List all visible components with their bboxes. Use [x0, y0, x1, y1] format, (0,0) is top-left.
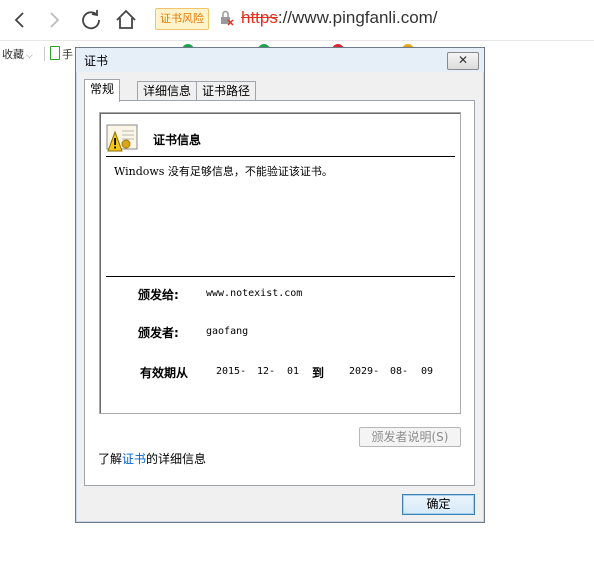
- dialog-titlebar[interactable]: 证书 ✕: [76, 48, 484, 72]
- close-button[interactable]: ✕: [447, 52, 479, 70]
- valid-from-month: 12-: [257, 366, 276, 377]
- general-tab-panel: 证书信息 Windows 没有足够信息，不能验证该证书。 颁发给: www.no…: [84, 100, 475, 486]
- favorites-menu[interactable]: 收藏 ⌵: [2, 46, 33, 62]
- home-button[interactable]: [112, 6, 140, 34]
- back-button[interactable]: [6, 6, 34, 34]
- phone-icon[interactable]: [50, 46, 60, 60]
- broken-lock-icon[interactable]: [220, 10, 234, 26]
- valid-to-year: 2029-: [349, 366, 380, 377]
- home-icon: [116, 9, 136, 29]
- forward-arrow-icon: [50, 12, 60, 28]
- issuer-statement-button[interactable]: 颁发者说明(S): [359, 427, 461, 447]
- browser-toolbar: 证书风险 https://www.pingfanli.com/: [0, 0, 594, 40]
- learn-more-line: 了解证书的详细信息: [98, 450, 206, 467]
- dialog-title: 证书: [84, 54, 109, 68]
- url-protocol: https: [241, 8, 278, 27]
- forward-button[interactable]: [40, 6, 68, 34]
- valid-to-label: 到: [312, 366, 325, 380]
- bookmark-item[interactable]: 手: [62, 46, 73, 62]
- tab-general[interactable]: 常规: [84, 79, 121, 102]
- url-host: ://www.pingfanli.com/: [277, 8, 438, 27]
- certificate-risk-badge[interactable]: 证书风险: [155, 8, 209, 30]
- valid-from-year: 2015-: [216, 366, 247, 377]
- certificate-learn-link[interactable]: 证书: [122, 452, 146, 466]
- certificate-warning-icon: [106, 124, 138, 152]
- title-divider: [106, 156, 455, 157]
- ok-button[interactable]: 确定: [402, 494, 475, 515]
- certificate-dialog: 证书 ✕ 常规 详细信息 证书路径 证书信息 Windows 没有足够信息，不能…: [75, 47, 485, 523]
- bookmarks-divider: [44, 47, 45, 61]
- reload-icon: [82, 10, 100, 30]
- valid-to-month: 08-: [390, 366, 409, 377]
- verification-warning: Windows 没有足够信息，不能验证该证书。: [114, 165, 333, 178]
- learn-suffix: 的详细信息: [146, 452, 207, 466]
- issued-to-label: 颁发给:: [138, 288, 179, 302]
- tab-certification-path[interactable]: 证书路径: [196, 81, 257, 101]
- back-arrow-icon: [14, 12, 24, 28]
- valid-from-label: 有效期从: [140, 366, 189, 380]
- valid-from-day: 01: [287, 366, 300, 377]
- details-divider: [106, 276, 455, 277]
- learn-prefix: 了解: [98, 452, 123, 466]
- valid-to-day: 09: [421, 366, 434, 377]
- issued-by-value: gaofang: [206, 326, 249, 337]
- address-bar[interactable]: https://www.pingfanli.com/: [241, 7, 438, 29]
- certificate-info-box: 证书信息 Windows 没有足够信息，不能验证该证书。 颁发给: www.no…: [99, 112, 461, 414]
- issued-by-label: 颁发者:: [138, 326, 179, 340]
- chevron-down-icon: ⌵: [26, 51, 33, 61]
- favorites-label: 收藏: [2, 48, 24, 61]
- issued-to-value: www.notexist.com: [206, 288, 303, 299]
- reload-button[interactable]: [77, 6, 105, 34]
- certificate-info-title: 证书信息: [153, 133, 202, 147]
- tab-details[interactable]: 详细信息: [137, 81, 198, 101]
